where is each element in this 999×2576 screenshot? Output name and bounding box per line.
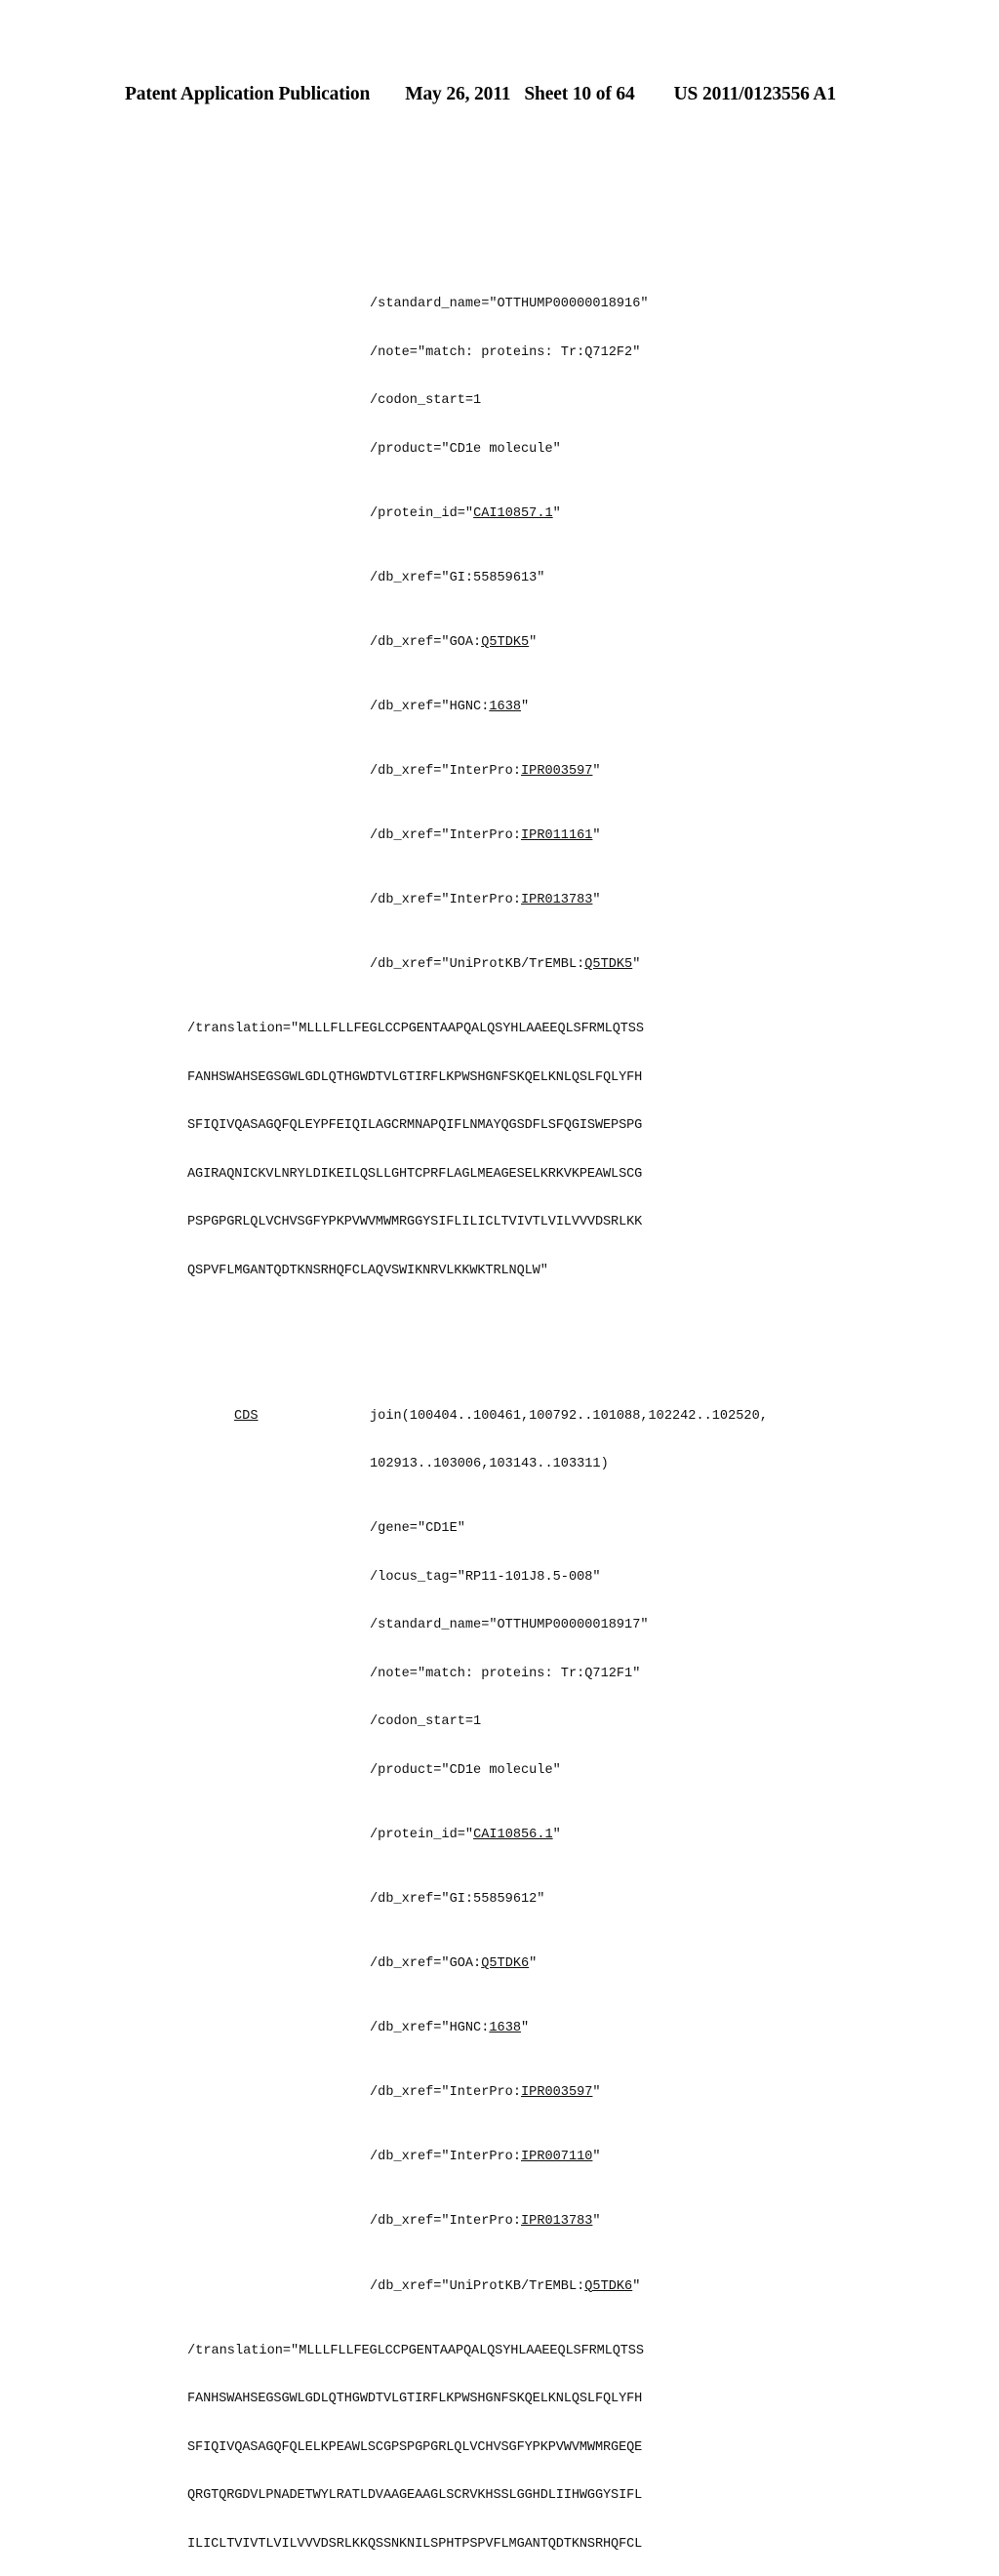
hgnc-suffix: " xyxy=(521,2021,530,2036)
qualifier-translation: /translation="MLLLFLLFEGLCCPGENTAAPQALQS… xyxy=(0,1022,999,1038)
translation-residues-line: SFIQIVQASAGQFQLELKPEAWLSCGPSPGPGRLQLVCHV… xyxy=(187,2439,643,2455)
qualifier-locus-tag: /locus_tag="RP11-101J8.5-008" xyxy=(370,1569,601,1585)
protein-id-suffix: " xyxy=(552,505,561,521)
qualifier-db-xref-goa: /db_xref="GOA:Q5TDK6" xyxy=(0,1956,999,1973)
interpro2-suffix: " xyxy=(592,828,601,844)
goa-prefix: /db_xref="GOA: xyxy=(370,1956,482,1972)
qualifier-codon-start: /codon_start=1 xyxy=(370,1714,482,1730)
interpro3-prefix: /db_xref="InterPro: xyxy=(370,893,521,908)
protein-id-prefix: /protein_id=" xyxy=(370,505,474,521)
protein-id-prefix: /protein_id=" xyxy=(370,1828,474,1843)
qualifier-db-xref-interpro-3: /db_xref="InterPro:IPR013783" xyxy=(0,2214,999,2231)
interpro1-accession-link[interactable]: IPR003597 xyxy=(521,764,592,779)
qualifier-product: /product="CD1e molecule" xyxy=(370,1763,561,1779)
qualifier-db-xref-interpro-3: /db_xref="InterPro:IPR013783" xyxy=(0,893,999,909)
uniprot-accession-link[interactable]: Q5TDK5 xyxy=(584,957,632,972)
translation-residues-line: PSPGPGRLQLVCHVSGFYPKPVWVMWMRGGYSIFLILICL… xyxy=(187,1215,643,1230)
translation-residues-line: QSPVFLMGANTQDTKNSRHQFCLAQVSWIKNRVLKKWKTR… xyxy=(187,1264,548,1279)
hgnc-suffix: " xyxy=(521,699,530,714)
goa-accession-link[interactable]: Q5TDK6 xyxy=(481,1956,529,1971)
translation-residues-line: AGIRAQNICKVLNRYLDIKEILQSLLGHTCPRFLAGLMEA… xyxy=(187,1166,643,1182)
translation-residues-line: MLLLFLLFEGLCCPGENTAAPQALQSYHLAAEEQLSFRML… xyxy=(299,1022,644,1037)
sequence-listing: /standard_name="OTTHUMP00000018916" /not… xyxy=(0,200,999,2576)
qualifier-db-xref-interpro-1: /db_xref="InterPro:IPR003597" xyxy=(0,764,999,781)
qualifier-db-xref-gi: /db_xref="GI:55859613" xyxy=(370,570,545,585)
uniprot-prefix: /db_xref="UniProtKB/TrEMBL: xyxy=(370,2278,585,2294)
translation-residues-line: MLLLFLLFEGLCCPGENTAAPQALQSYHLAAEEQLSFRML… xyxy=(299,2343,644,2358)
hgnc-prefix: /db_xref="HGNC: xyxy=(370,699,490,714)
qualifier-db-xref-hgnc: /db_xref="HGNC:1638" xyxy=(0,2021,999,2037)
header-publication-label: Patent Application Publication xyxy=(125,84,371,104)
translation-prefix: /translation=" xyxy=(187,1022,300,1037)
interpro3-suffix: " xyxy=(592,893,601,908)
qualifier-db-xref-goa: /db_xref="GOA:Q5TDK5" xyxy=(0,635,999,652)
interpro1-suffix: " xyxy=(592,764,601,780)
hgnc-prefix: /db_xref="HGNC: xyxy=(370,2021,490,2036)
qualifier-db-xref-interpro-2: /db_xref="InterPro:IPR011161" xyxy=(0,828,999,845)
translation-residues-line: FANHSWAHSEGSGWLGDLQTHGWDTVLGTIRFLKPWSHGN… xyxy=(187,1069,643,1085)
interpro1-suffix: " xyxy=(592,2085,601,2101)
uniprot-suffix: " xyxy=(632,957,641,973)
interpro2-suffix: " xyxy=(592,2150,601,2165)
protein-id-suffix: " xyxy=(552,1828,561,1843)
interpro3-accession-link[interactable]: IPR013783 xyxy=(521,893,592,907)
translation-residues-line: FANHSWAHSEGSGWLGDLQTHGWDTVLGTIRFLKPWSHGN… xyxy=(187,2392,643,2407)
protein-id-accession-link[interactable]: CAI10857.1 xyxy=(473,506,553,521)
interpro2-accession-link[interactable]: IPR011161 xyxy=(521,828,592,843)
qualifier-db-xref-gi: /db_xref="GI:55859612" xyxy=(370,1892,545,1908)
qualifier-translation: /translation="MLLLFLLFEGLCCPGENTAAPQALQS… xyxy=(0,2344,999,2360)
goa-accession-link[interactable]: Q5TDK5 xyxy=(481,635,529,650)
qualifier-db-xref-interpro-2: /db_xref="InterPro:IPR007110" xyxy=(0,2150,999,2166)
interpro1-accession-link[interactable]: IPR003597 xyxy=(521,2085,592,2100)
feature-block-2: CDS join(100404..100461,100792..101088,10… xyxy=(0,1377,999,2576)
qualifier-standard-name: /standard_name="OTTHUMP00000018916" xyxy=(370,297,649,312)
hgnc-accession-link[interactable]: 1638 xyxy=(489,2021,521,2035)
qualifier-codon-start: /codon_start=1 xyxy=(370,393,482,409)
translation-prefix: /translation=" xyxy=(187,2343,300,2358)
interpro1-prefix: /db_xref="InterPro: xyxy=(370,2085,521,2101)
qualifier-gene: /gene="CD1E" xyxy=(370,1521,465,1537)
qualifier-db-xref-hgnc: /db_xref="HGNC:1638" xyxy=(0,700,999,716)
feature-location-line-2: 102913..103006,103143..103311) xyxy=(370,1457,609,1472)
translation-residues-line: QRGTQRGDVLPNADETWYLRATLDVAAGEAAGLSCRVKHS… xyxy=(187,2488,643,2504)
qualifier-note: /note="match: proteins: Tr:Q712F1" xyxy=(370,1666,641,1681)
interpro3-suffix: " xyxy=(592,2214,601,2230)
goa-prefix: /db_xref="GOA: xyxy=(370,634,482,650)
qualifier-protein-id: /protein_id="CAI10857.1" xyxy=(0,506,999,523)
header-sheet-number: Sheet 10 of 64 xyxy=(524,84,635,104)
interpro2-accession-link[interactable]: IPR007110 xyxy=(521,2150,592,2164)
qualifier-protein-id: /protein_id="CAI10856.1" xyxy=(0,1828,999,1844)
qualifier-db-xref-interpro-1: /db_xref="InterPro:IPR003597" xyxy=(0,2085,999,2102)
protein-id-accession-link[interactable]: CAI10856.1 xyxy=(473,1828,553,1842)
interpro2-prefix: /db_xref="InterPro: xyxy=(370,828,521,844)
translation-residues-line: SFIQIVQASAGQFQLEYPFEIQILAGCRMNAPQIFLNMAY… xyxy=(187,1118,643,1134)
uniprot-accession-link[interactable]: Q5TDK6 xyxy=(584,2279,632,2294)
interpro2-prefix: /db_xref="InterPro: xyxy=(370,2150,521,2165)
qualifier-product: /product="CD1e molecule" xyxy=(370,441,561,457)
translation-residues-line: ILICLTVIVTLVILVVVDSRLKKQSSNKNILSPHTPSPVF… xyxy=(187,2536,643,2552)
feature-key-cds[interactable]: CDS xyxy=(234,1409,258,1426)
header-document-number: US 2011/0123556 A1 xyxy=(673,84,836,104)
qualifier-standard-name: /standard_name="OTTHUMP00000018917" xyxy=(370,1618,649,1633)
page-header: Patent Application Publication May 26, 2… xyxy=(125,84,874,107)
goa-suffix: " xyxy=(529,1956,538,1972)
interpro3-accession-link[interactable]: IPR013783 xyxy=(521,2214,592,2229)
uniprot-suffix: " xyxy=(632,2278,641,2294)
interpro3-prefix: /db_xref="InterPro: xyxy=(370,2214,521,2230)
header-date: May 26, 2011 xyxy=(405,84,511,104)
goa-suffix: " xyxy=(529,634,538,650)
feature-location-line-1: join(100404..100461,100792..101088,10224… xyxy=(370,1408,768,1424)
hgnc-accession-link[interactable]: 1638 xyxy=(489,700,521,714)
qualifier-db-xref-uniprot: /db_xref="UniProtKB/TrEMBL:Q5TDK5" xyxy=(0,957,999,974)
feature-key-row: CDS join(100404..100461,100792..101088,10… xyxy=(0,1409,999,1426)
feature-block-1: /standard_name="OTTHUMP00000018916" /not… xyxy=(0,264,999,1312)
interpro1-prefix: /db_xref="InterPro: xyxy=(370,764,521,780)
uniprot-prefix: /db_xref="UniProtKB/TrEMBL: xyxy=(370,957,585,973)
qualifier-note: /note="match: proteins: Tr:Q712F2" xyxy=(370,344,641,360)
qualifier-db-xref-uniprot: /db_xref="UniProtKB/TrEMBL:Q5TDK6" xyxy=(0,2279,999,2296)
